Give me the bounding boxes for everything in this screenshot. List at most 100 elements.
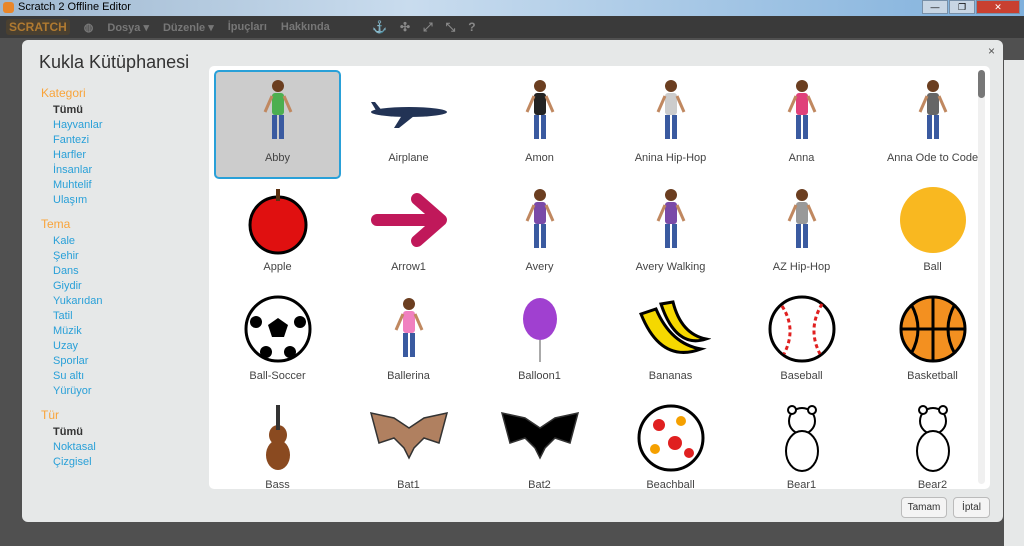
filter-item[interactable]: Tümü [41,425,103,440]
menu-tips[interactable]: İpuçları [228,21,267,33]
filter-item[interactable]: Tatil [41,309,103,324]
sprite-name: Airplane [388,152,429,164]
balloon-thumbnail-icon [478,294,601,364]
section-title: Kategori [41,86,86,100]
airplane-thumbnail-icon [347,76,470,146]
sprite-item[interactable]: Apple [214,179,341,288]
sprite-name: Abby [264,152,291,164]
sprite-item[interactable]: Anna [738,70,865,179]
sprite-item[interactable]: Bass [214,397,341,489]
sprite-item[interactable]: Ballerina [345,288,472,397]
sprite-item[interactable]: Basketball [869,288,990,397]
sprite-name: Ball [923,261,942,273]
sprite-name: Bananas [648,370,693,382]
apple-thumbnail-icon [216,185,339,255]
delete-cut-icon[interactable]: ✣ [400,20,410,35]
bear-thumbnail-icon [740,403,863,473]
filter-item[interactable]: Müzik [41,324,103,339]
ok-button[interactable]: Tamam [901,497,947,518]
help-icon[interactable]: ? [468,20,475,35]
shrink-icon[interactable]: ⤡ [446,20,456,35]
person-thumbnail-icon [609,76,732,146]
sprite-item[interactable]: Ball [869,179,990,288]
scrollbar-thumb[interactable] [978,70,985,98]
sprite-item[interactable]: Bear2 [869,397,990,489]
maximize-button[interactable]: ❐ [949,0,975,14]
sprite-item[interactable]: Avery Walking [607,179,734,288]
person-thumbnail-icon [216,76,339,146]
sprite-name: Apple [263,261,292,273]
filter-item[interactable]: Yukarıdan [41,294,103,309]
sprite-name: Bat1 [397,479,420,489]
duplicate-stamp-icon[interactable]: ⚓ [372,20,387,35]
dialog-title: Kukla Kütüphanesi [39,52,190,72]
filter-item[interactable]: Kale [41,234,103,249]
sprite-item[interactable]: Bananas [607,288,734,397]
person-thumbnail-icon [478,76,601,146]
filter-item[interactable]: İnsanlar [41,163,103,178]
minimize-button[interactable]: — [922,0,948,14]
basketball-thumbnail-icon [871,294,990,364]
sprite-name: Balloon1 [518,370,561,382]
globe-icon[interactable]: ◍ [84,21,94,34]
section-title: Tema [41,217,71,231]
sprite-item[interactable]: Baseball [738,288,865,397]
filter-item[interactable]: Fantezi [41,133,103,148]
sprite-item[interactable]: Amon [476,70,603,179]
sprite-name: Avery Walking [635,261,706,273]
person-thumbnail-icon [740,76,863,146]
menu-edit[interactable]: Düzenle ▾ [163,21,214,34]
filter-item[interactable]: Uzay [41,339,103,354]
sprite-item[interactable]: Beachball [607,397,734,489]
menu-about[interactable]: Hakkında [281,21,330,33]
sprite-name: Bat2 [528,479,551,489]
scrollbar[interactable] [978,70,985,484]
sprite-item[interactable]: Avery [476,179,603,288]
filter-item[interactable]: Su altı [41,369,103,384]
person-thumbnail-icon [609,185,732,255]
sprite-name: Ball-Soccer [249,370,306,382]
sprite-item[interactable]: Abby [214,70,341,179]
sprite-item[interactable]: Bat1 [345,397,472,489]
soccer-thumbnail-icon [216,294,339,364]
sprite-name: Beachball [646,479,695,489]
sprite-item[interactable]: AZ Hip-Hop [738,179,865,288]
grow-icon[interactable]: ⤢ [423,20,433,35]
sprite-name: Bear2 [917,479,948,489]
bear-thumbnail-icon [871,403,990,473]
editor-right-edge [1004,60,1024,546]
menu-file[interactable]: Dosya ▾ [107,21,149,34]
filter-item[interactable]: Yürüyor [41,384,103,399]
filter-item[interactable]: Ulaşım [41,193,103,208]
sprite-item[interactable]: Bear1 [738,397,865,489]
filter-item[interactable]: Muhtelif [41,178,103,193]
sprite-item[interactable]: Bat2 [476,397,603,489]
filter-item[interactable]: Harfler [41,148,103,163]
sprite-item[interactable]: Airplane [345,70,472,179]
filter-item[interactable]: Giydir [41,279,103,294]
sprite-name: Bear1 [786,479,817,489]
filter-sidebar: Kategori Tümü Hayvanlar Fantezi Harfler İnsan… [41,86,103,470]
window-titlebar: Scratch 2 Offline Editor — ❐ ✕ [0,0,1024,16]
filter-item[interactable]: Dans [41,264,103,279]
filter-item[interactable]: Çizgisel [41,455,103,470]
cancel-button[interactable]: İptal [953,497,990,518]
sprite-name: Avery [525,261,554,273]
baseball-thumbnail-icon [740,294,863,364]
sprite-item[interactable]: Arrow1 [345,179,472,288]
filter-item[interactable]: Sporlar [41,354,103,369]
sprite-name: Anna Ode to Code [886,152,979,164]
filter-item[interactable]: Tümü [41,103,103,118]
beachball-thumbnail-icon [609,403,732,473]
close-icon[interactable]: × [988,44,995,58]
sprite-item[interactable]: Anna Ode to Code [869,70,990,179]
filter-item[interactable]: Hayvanlar [41,118,103,133]
sprite-item[interactable]: Ball-Soccer [214,288,341,397]
sprite-item[interactable]: Balloon1 [476,288,603,397]
filter-item[interactable]: Noktasal [41,440,103,455]
close-window-button[interactable]: ✕ [976,0,1020,14]
sprite-name: AZ Hip-Hop [772,261,831,273]
filter-item[interactable]: Şehir [41,249,103,264]
sprite-item[interactable]: Anina Hip-Hop [607,70,734,179]
scratch-logo[interactable]: SCRATCH [6,19,70,35]
